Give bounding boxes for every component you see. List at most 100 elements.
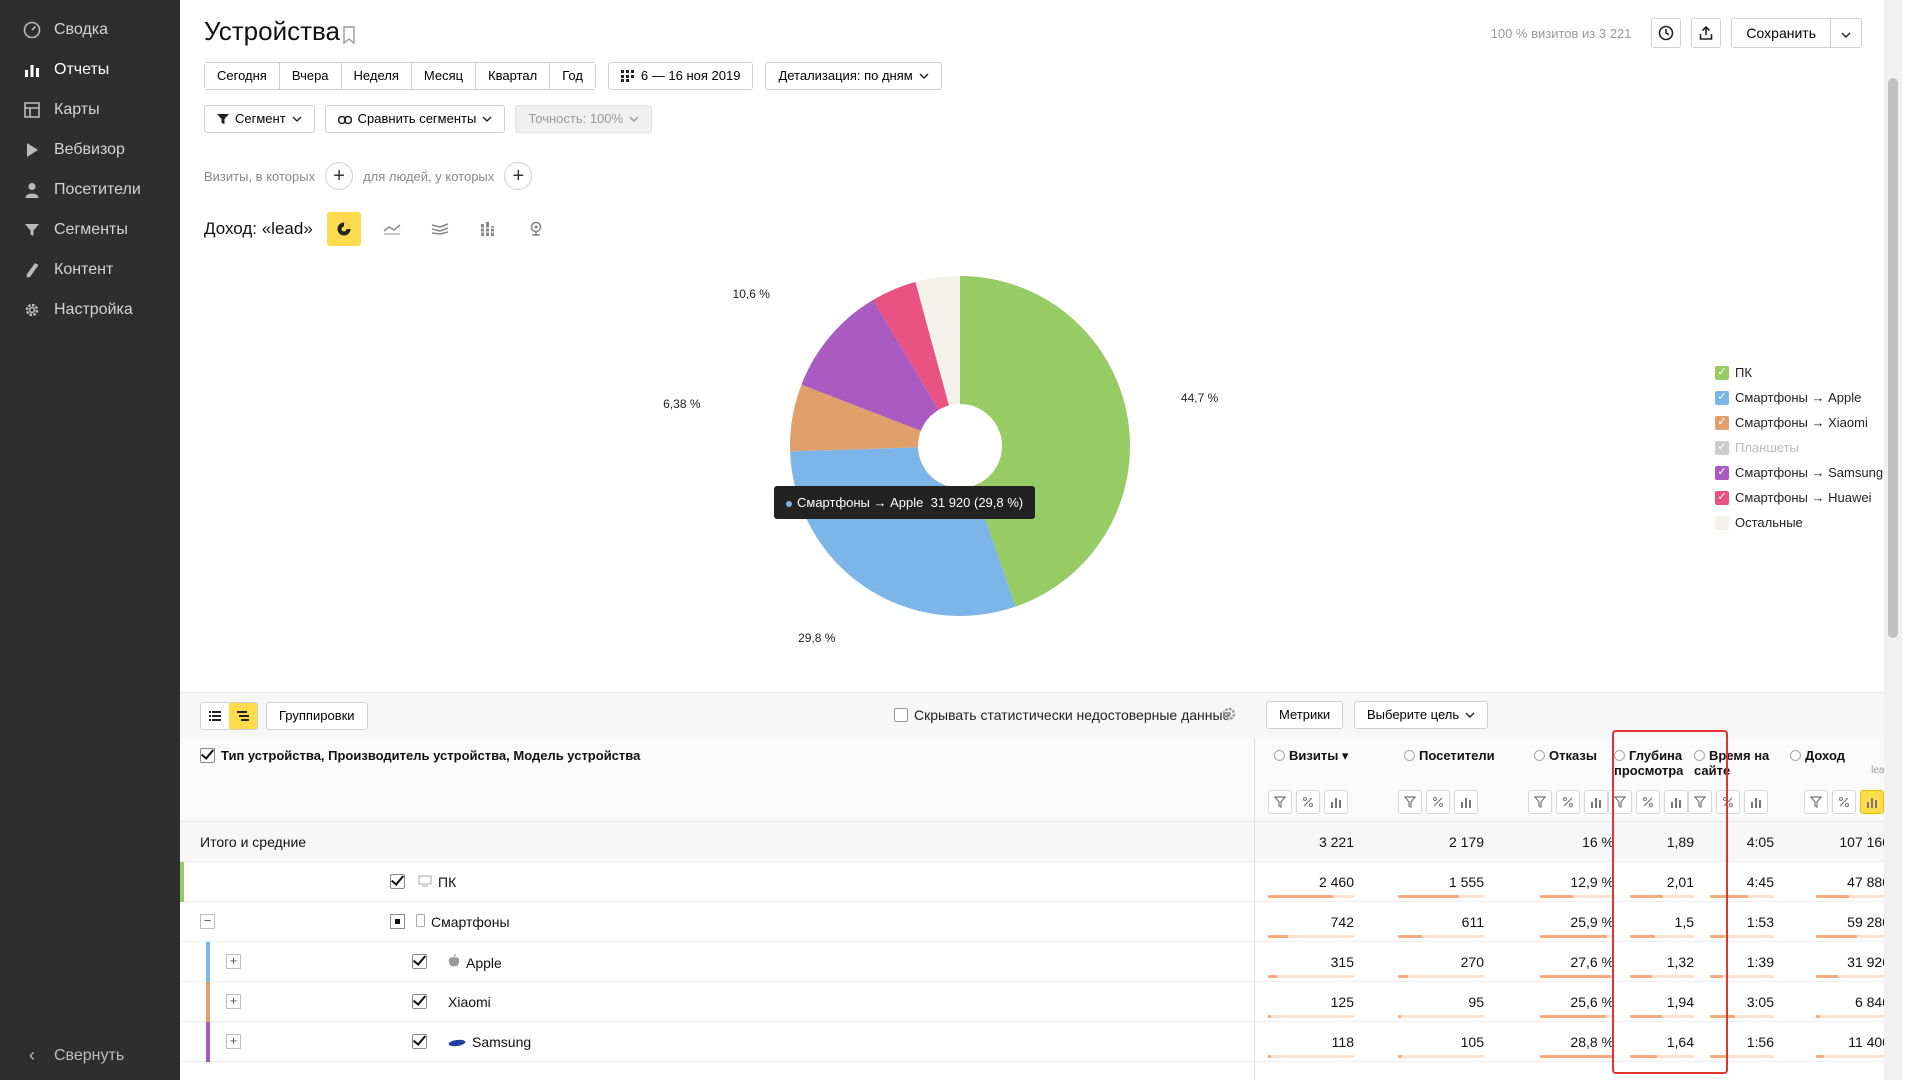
accuracy-select[interactable]: Точность: 100% <box>515 105 653 133</box>
scrollbar-thumb[interactable] <box>1888 78 1898 638</box>
help-icon[interactable] <box>1534 750 1545 761</box>
table-row[interactable]: + Apple 315 270 27,6 % 1,32 1:39 31 920 <box>180 942 1902 982</box>
chevron-down-icon[interactable] <box>1831 25 1861 41</box>
legend-item[interactable]: ✓ ПК <box>1715 360 1883 385</box>
row-checkbox[interactable] <box>412 954 427 969</box>
sidebar-item-visitors[interactable]: Посетители <box>0 170 180 210</box>
history-button[interactable] <box>1651 18 1682 48</box>
export-button[interactable] <box>1691 18 1722 48</box>
hide-unreliable-checkbox[interactable]: Скрывать статистически недостоверные дан… <box>894 707 1230 723</box>
column-filter-button[interactable] <box>1804 790 1828 814</box>
dimension-checkbox[interactable] <box>200 748 215 763</box>
legend-item[interactable]: ✓ Смартфоны → Xiaomi <box>1715 410 1883 435</box>
column-percent-button[interactable] <box>1296 790 1320 814</box>
save-button[interactable]: Сохранить <box>1731 18 1862 48</box>
bookmark-icon[interactable] <box>342 26 356 49</box>
collapse-sidebar-button[interactable]: ‹ Свернуть <box>22 1045 124 1066</box>
help-icon[interactable] <box>1790 750 1801 761</box>
map-chart-type-button[interactable] <box>519 212 553 246</box>
scrollbar[interactable] <box>1884 0 1902 1080</box>
column-bars-button[interactable] <box>1584 790 1608 814</box>
sidebar-item-reports[interactable]: Отчеты <box>0 50 180 90</box>
column-header[interactable]: Отказы <box>1534 748 1624 763</box>
column-bars-button[interactable] <box>1324 790 1348 814</box>
legend-checkbox[interactable] <box>1715 515 1729 530</box>
table-row[interactable]: + Samsung 118 105 28,8 % 1,64 1:56 11 400 <box>180 1022 1902 1062</box>
date-range-button[interactable]: 6 — 16 ноя 2019 <box>607 62 754 90</box>
period-today[interactable]: Сегодня <box>205 63 280 89</box>
column-percent-button[interactable] <box>1716 790 1740 814</box>
column-header[interactable]: Время на сайте <box>1694 748 1774 778</box>
help-icon[interactable] <box>1614 750 1625 761</box>
row-checkbox[interactable] <box>390 914 405 929</box>
period-month[interactable]: Месяц <box>411 63 477 89</box>
column-filter-button[interactable] <box>1398 790 1422 814</box>
legend-item[interactable]: Остальные <box>1715 510 1883 535</box>
groupings-button[interactable]: Группировки <box>266 702 368 730</box>
add-people-condition-button[interactable]: + <box>504 162 533 190</box>
column-header[interactable]: Посетители <box>1404 748 1514 763</box>
tree-view-button[interactable] <box>229 703 257 729</box>
column-percent-button[interactable] <box>1636 790 1660 814</box>
legend-item[interactable]: ✓ Смартфоны → Huawei <box>1715 485 1883 510</box>
help-icon[interactable] <box>1274 750 1285 761</box>
expand-row-button[interactable]: + <box>226 954 241 969</box>
compare-segments-button[interactable]: Сравнить сегменты <box>324 105 506 133</box>
period-yesterday[interactable]: Вчера <box>279 63 342 89</box>
table-row[interactable]: + Xiaomi 125 95 25,6 % 1,94 3:05 6 840 <box>180 982 1902 1022</box>
list-view-button[interactable] <box>201 703 229 729</box>
legend-checkbox[interactable]: ✓ <box>1715 390 1729 405</box>
column-bars-button[interactable] <box>1860 790 1884 814</box>
column-bars-button[interactable] <box>1744 790 1768 814</box>
table-row[interactable]: ПК 2 460 1 555 12,9 % 2,01 4:45 47 880 <box>180 862 1902 902</box>
sidebar-item-content[interactable]: Контент <box>0 250 180 290</box>
goal-select[interactable]: Выберите цель <box>1354 701 1489 729</box>
period-year[interactable]: Год <box>550 63 595 89</box>
add-visit-condition-button[interactable]: + <box>325 162 354 190</box>
line-chart-type-button[interactable] <box>375 212 409 246</box>
row-checkbox[interactable] <box>412 1034 427 1049</box>
column-filter-button[interactable] <box>1268 790 1292 814</box>
bar-chart-type-button[interactable] <box>471 212 505 246</box>
pie-chart-type-button[interactable] <box>326 212 361 246</box>
expand-row-button[interactable]: + <box>226 1034 241 1049</box>
legend-checkbox[interactable]: ✓ <box>1715 365 1729 380</box>
legend-item[interactable]: ✓ Смартфоны → Apple <box>1715 385 1883 410</box>
area-chart-type-button[interactable] <box>423 212 457 246</box>
column-filter-button[interactable] <box>1688 790 1712 814</box>
column-filter-button[interactable] <box>1528 790 1552 814</box>
sidebar-item-maps[interactable]: Карты <box>0 90 180 130</box>
column-header[interactable]: Глубина просмотра <box>1614 748 1704 778</box>
collapse-row-button[interactable]: − <box>200 914 215 929</box>
detail-select[interactable]: Детализация: по дням <box>765 62 942 90</box>
sidebar-item-segments[interactable]: Сегменты <box>0 210 180 250</box>
column-percent-button[interactable] <box>1426 790 1450 814</box>
legend-checkbox[interactable]: ✓ <box>1715 490 1729 505</box>
sort-desc-icon[interactable]: ▾ <box>1338 748 1349 763</box>
gear-icon[interactable] <box>1220 705 1238 728</box>
column-header[interactable]: Визиты ▾ <box>1274 748 1384 764</box>
period-week[interactable]: Неделя <box>341 63 412 89</box>
expand-row-button[interactable]: + <box>226 994 241 1009</box>
legend-item[interactable]: ✓ Смартфоны → Samsung <box>1715 460 1883 485</box>
column-header[interactable]: Доход lead <box>1790 748 1890 776</box>
sidebar-item-webvisor[interactable]: Вебвизор <box>0 130 180 170</box>
dimension-header[interactable]: Тип устройства, Производитель устройства… <box>200 748 640 763</box>
row-checkbox[interactable] <box>390 874 405 889</box>
legend-checkbox[interactable]: ✓ <box>1715 415 1729 430</box>
sidebar-item-settings[interactable]: Настройка <box>0 290 180 330</box>
row-checkbox[interactable] <box>412 994 427 1009</box>
metrics-button[interactable]: Метрики <box>1266 701 1344 729</box>
help-icon[interactable] <box>1694 750 1705 761</box>
legend-checkbox[interactable]: ✓ <box>1715 440 1729 455</box>
help-icon[interactable] <box>1404 750 1415 761</box>
column-percent-button[interactable] <box>1556 790 1580 814</box>
column-bars-button[interactable] <box>1664 790 1688 814</box>
segment-button[interactable]: Сегмент <box>204 105 315 133</box>
legend-checkbox[interactable]: ✓ <box>1715 465 1729 480</box>
column-filter-button[interactable] <box>1608 790 1632 814</box>
sidebar-item-summary[interactable]: Сводка <box>0 10 180 50</box>
period-quarter[interactable]: Квартал <box>476 63 551 89</box>
legend-item[interactable]: ✓ Планшеты <box>1715 435 1883 460</box>
checkbox[interactable] <box>894 708 908 722</box>
